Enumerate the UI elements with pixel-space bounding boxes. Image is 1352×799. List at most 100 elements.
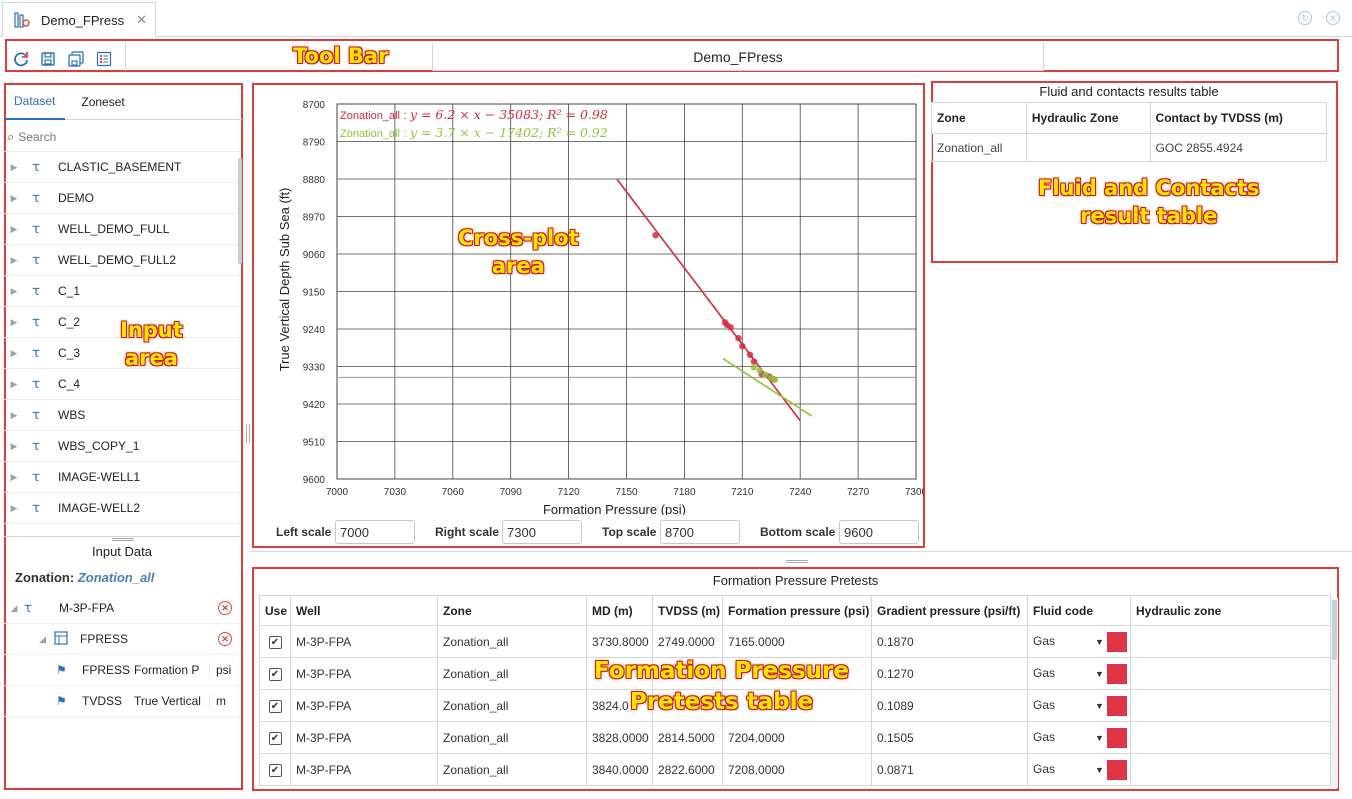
- table-cell: 7204.0000: [722, 721, 872, 754]
- tree-row-dataset[interactable]: ◢ FPRESS ✕: [4, 624, 240, 655]
- dataset-item[interactable]: ▶ ꚍ DEMO: [4, 183, 240, 214]
- table-cell: M-3P-FPA: [290, 753, 438, 786]
- dataset-item[interactable]: ▶ ꚍ WBS_COPY_1: [4, 431, 240, 462]
- well-icon: ꚍ: [32, 159, 40, 174]
- splitter-handle-h[interactable]: [112, 538, 134, 541]
- dataset-item[interactable]: ▶ ꚍ WBS: [4, 400, 240, 431]
- curve-unit: m: [216, 694, 226, 708]
- tree-row-well[interactable]: ◢ ꚍ M-3P-FPA ✕: [4, 593, 240, 624]
- tab-dataset[interactable]: Dataset: [4, 84, 66, 120]
- column-header[interactable]: Zone: [931, 102, 1027, 134]
- column-header[interactable]: Contact by TVDSS (m): [1149, 102, 1328, 134]
- fluid-color-swatch[interactable]: [1107, 727, 1128, 748]
- top-scale-input[interactable]: 8700: [660, 520, 740, 544]
- column-header[interactable]: Fluid code: [1027, 595, 1131, 626]
- use-checkbox[interactable]: ✔: [268, 732, 282, 746]
- expand-arrow-icon[interactable]: ▶: [4, 255, 24, 266]
- fluid-color-swatch[interactable]: [1107, 759, 1128, 780]
- use-checkbox[interactable]: ✔: [268, 636, 282, 650]
- table-row[interactable]: ✔ M-3P-FPA Zonation_all 3840.0000 2822.6000 7…: [259, 753, 1331, 786]
- column-header[interactable]: Hydraulic Zone: [1025, 102, 1151, 134]
- bottom-scale-input[interactable]: 9600: [839, 520, 919, 544]
- collapse-arrow-icon[interactable]: ◢: [4, 603, 24, 614]
- fluid-color-swatch[interactable]: [1107, 695, 1128, 716]
- dataset-item[interactable]: ▶ ꚍ C_1: [4, 276, 240, 307]
- save-as-icon[interactable]: [67, 50, 85, 68]
- dataset-item[interactable]: ▶ ꚍ IMAGE-WELL2: [4, 493, 240, 524]
- expand-arrow-icon[interactable]: ▶: [4, 441, 24, 452]
- list-icon[interactable]: [95, 50, 113, 68]
- expand-arrow-icon[interactable]: ▶: [4, 379, 24, 390]
- tree-row-curve[interactable]: ⚑ TVDSS True Vertical m: [4, 686, 240, 717]
- search-box[interactable]: ⌕ Search: [7, 127, 237, 147]
- close-window-icon[interactable]: ✕: [1326, 11, 1340, 25]
- fluid-code-select[interactable]: Gas: [1033, 666, 1095, 680]
- fluid-code-select[interactable]: Gas: [1033, 634, 1095, 648]
- dataset-item[interactable]: ▶ ꚍ WELL_DEMO_FULL2: [4, 245, 240, 276]
- dataset-item[interactable]: ▶ ꚍ IMAGE-WELL1: [4, 462, 240, 493]
- fluid-color-swatch[interactable]: [1107, 631, 1128, 652]
- table-row[interactable]: Zonation_all GOC 2855.4924: [931, 133, 1328, 162]
- dataset-item[interactable]: ▶ ꚍ WELL_DEMO_FULL: [4, 214, 240, 245]
- collapse-arrow-icon[interactable]: ◢: [4, 634, 46, 645]
- fluid-code-select[interactable]: Gas: [1033, 730, 1095, 744]
- left-scale-input[interactable]: 7000: [335, 520, 415, 544]
- column-header[interactable]: Gradient pressure (psi/ft): [871, 595, 1028, 626]
- remove-dataset-icon[interactable]: ✕: [218, 632, 232, 646]
- column-header[interactable]: Hydraulic zone: [1130, 595, 1331, 626]
- save-icon[interactable]: [39, 50, 57, 68]
- dataset-label: C_3: [58, 346, 81, 360]
- expand-arrow-icon[interactable]: ▶: [4, 162, 24, 173]
- expand-arrow-icon[interactable]: ▶: [4, 348, 24, 359]
- use-checkbox[interactable]: ✔: [268, 764, 282, 778]
- dropdown-arrow-icon[interactable]: ▼: [1095, 669, 1104, 679]
- expand-arrow-icon[interactable]: ▶: [4, 224, 24, 235]
- splitter-handle[interactable]: [246, 425, 250, 443]
- expand-arrow-icon[interactable]: ▶: [4, 286, 24, 297]
- dataset-item[interactable]: ▶ ꚍ CLASTIC_BASEMENT: [4, 152, 240, 183]
- table-cell: Gas ▼: [1027, 721, 1131, 754]
- dataset-scrollbar[interactable]: [238, 158, 242, 264]
- column-header[interactable]: TVDSS (m): [652, 595, 723, 626]
- column-header[interactable]: Use: [259, 595, 291, 626]
- tab-zoneset[interactable]: Zoneset: [71, 84, 134, 120]
- column-header[interactable]: Formation pressure (psi): [722, 595, 872, 626]
- tab-demo-fpress[interactable]: Demo_FPress ✕: [2, 2, 156, 37]
- pretests-scroll-thumb[interactable]: [1332, 600, 1337, 660]
- fluid-code-select[interactable]: Gas: [1033, 762, 1095, 776]
- expand-arrow-icon[interactable]: ▶: [4, 193, 24, 204]
- fluid-color-swatch[interactable]: [1107, 663, 1128, 684]
- remove-well-icon[interactable]: ✕: [218, 601, 232, 615]
- crossplot-chart[interactable]: 7000 7030 7060 7090 7120 7150 7180 7210 7240 7270…: [252, 85, 924, 515]
- dropdown-arrow-icon[interactable]: ▼: [1095, 701, 1104, 711]
- data-point: [746, 351, 754, 359]
- table-cell: Zonation_all: [931, 133, 1027, 162]
- dropdown-arrow-icon[interactable]: ▼: [1095, 733, 1104, 743]
- fluid-code-select[interactable]: Gas: [1033, 698, 1095, 712]
- close-tab-icon[interactable]: ✕: [136, 12, 147, 28]
- column-header[interactable]: Zone: [437, 595, 587, 626]
- use-checkbox[interactable]: ✔: [268, 700, 282, 714]
- table-row[interactable]: ✔ M-3P-FPA Zonation_all 3730.8000 2749.0000 7…: [259, 625, 1331, 658]
- expand-arrow-icon[interactable]: ▶: [4, 503, 24, 514]
- tree-well-name: M-3P-FPA: [59, 601, 115, 615]
- use-checkbox[interactable]: ✔: [268, 668, 282, 682]
- column-header[interactable]: MD (m): [586, 595, 653, 626]
- refresh-icon[interactable]: [12, 50, 30, 68]
- expand-arrow-icon[interactable]: ▶: [4, 472, 24, 483]
- well-icon: ꚍ: [32, 469, 40, 484]
- table-cell[interactable]: [1025, 133, 1151, 162]
- refresh-window-icon[interactable]: ↻: [1298, 11, 1312, 25]
- dropdown-arrow-icon[interactable]: ▼: [1095, 637, 1104, 647]
- tree-row-curve[interactable]: ⚑ FPRESS Formation P psi: [4, 655, 240, 686]
- splitter-handle-h[interactable]: [786, 560, 808, 563]
- table-row[interactable]: ✔ M-3P-FPA Zonation_all 3828.0000 2814.5000 7…: [259, 721, 1331, 754]
- dropdown-arrow-icon[interactable]: ▼: [1095, 765, 1104, 775]
- zonation-value[interactable]: Zonation_all: [78, 570, 155, 585]
- expand-arrow-icon[interactable]: ▶: [4, 410, 24, 421]
- expand-arrow-icon[interactable]: ▶: [4, 317, 24, 328]
- right-scale-input[interactable]: 7300: [502, 520, 582, 544]
- column-header[interactable]: Well: [290, 595, 438, 626]
- search-input[interactable]: Search: [18, 130, 56, 144]
- dataset-item[interactable]: ▶ ꚍ C_4: [4, 369, 240, 400]
